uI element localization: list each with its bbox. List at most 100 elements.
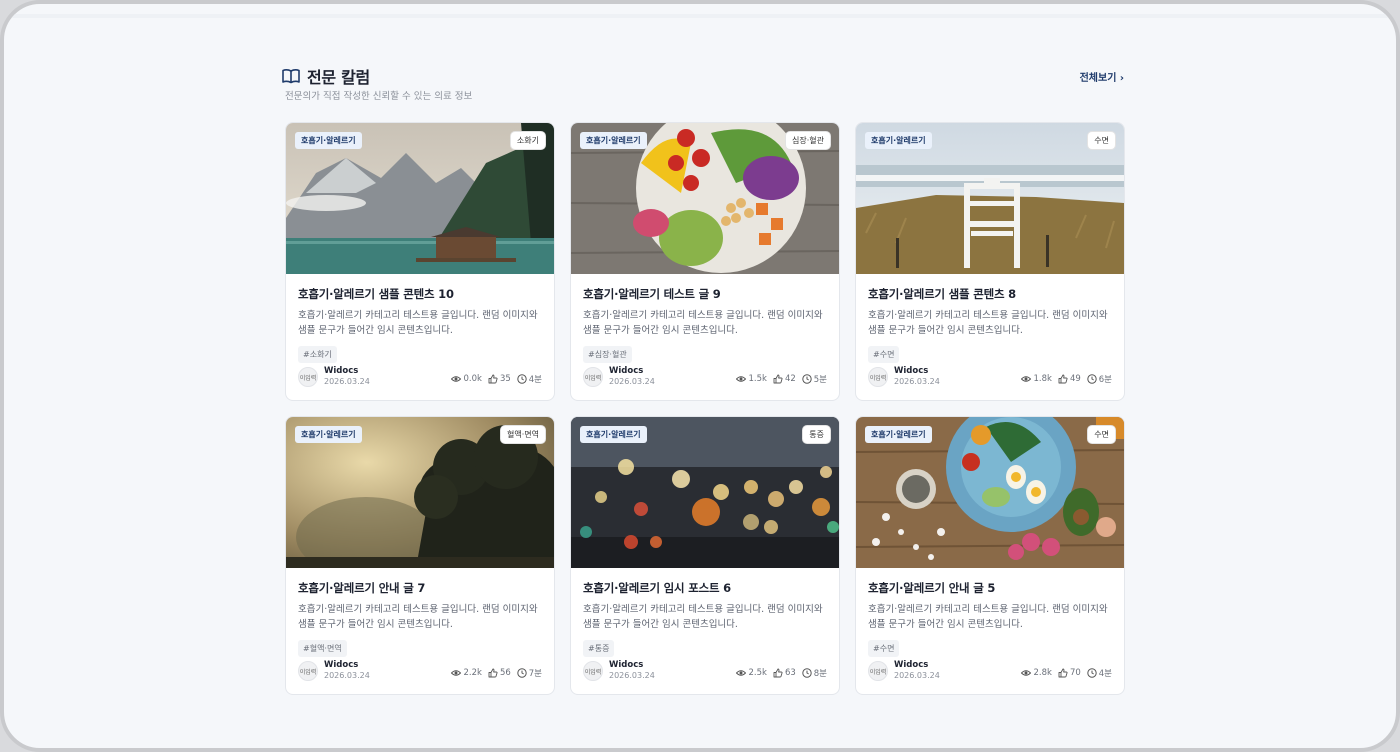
views-count: 2.8k <box>1033 668 1052 678</box>
thumbs-up-icon <box>1058 374 1068 384</box>
eye-icon <box>736 670 747 676</box>
publish-date: 2026.03.24 <box>324 671 370 680</box>
card-thumbnail[interactable]: 호흡기·알레르기 수면 <box>856 417 1124 568</box>
likes-count: 63 <box>784 668 796 678</box>
likes-stat: 49 <box>1058 374 1081 384</box>
read-time: 4분 <box>528 375 542 385</box>
likes-stat: 70 <box>1058 668 1081 678</box>
card-footer: 이입력 Widocs 2026.03.24 1.5k 42 5분 <box>583 366 827 388</box>
card-title[interactable]: 호흡기·알레르기 샘플 콘텐츠 8 <box>868 286 1112 302</box>
eye-icon <box>736 376 747 382</box>
author-name: Widocs <box>324 366 359 376</box>
book-icon <box>282 69 300 84</box>
publish-date: 2026.03.24 <box>609 377 655 386</box>
publish-date: 2026.03.24 <box>324 377 370 386</box>
avatar: 이입력 <box>868 661 888 681</box>
publish-date: 2026.03.24 <box>609 671 655 680</box>
card-description: 호흡기·알레르기 카테고리 테스트용 글입니다. 랜덤 이미지와 샘플 문구가 … <box>583 310 823 336</box>
views-count: 1.8k <box>1033 374 1052 384</box>
likes-stat: 56 <box>488 668 511 678</box>
tag-badge: 통증 <box>803 426 830 443</box>
hashtag-chip[interactable]: #심장·혈관 <box>583 346 632 363</box>
publish-date: 2026.03.24 <box>894 671 940 680</box>
avatar: 이입력 <box>298 661 318 681</box>
author-name: Widocs <box>609 660 644 670</box>
hashtag-chip[interactable]: #소화기 <box>298 346 337 363</box>
eye-icon <box>451 376 462 382</box>
card-title[interactable]: 호흡기·알레르기 안내 글 7 <box>298 580 542 596</box>
views-stat: 2.5k <box>736 668 767 678</box>
hashtag-chip[interactable]: #수면 <box>868 346 900 363</box>
card-description: 호흡기·알레르기 카테고리 테스트용 글입니다. 랜덤 이미지와 샘플 문구가 … <box>868 310 1108 336</box>
avatar: 이입력 <box>868 367 888 387</box>
views-stat: 1.8k <box>1021 374 1052 384</box>
column-card-grid: 호흡기·알레르기 소화기 호흡기·알레르기 샘플 콘텐츠 10 호흡기·알레르기… <box>285 122 1125 695</box>
read-time: 8분 <box>813 669 827 679</box>
thumbs-up-icon <box>488 668 498 678</box>
views-count: 0.0k <box>463 374 482 384</box>
card-thumbnail[interactable]: 호흡기·알레르기 소화기 <box>286 123 554 274</box>
clock-icon <box>802 374 812 384</box>
thumbs-up-icon <box>773 374 783 384</box>
read-time: 7분 <box>528 669 542 679</box>
views-stat: 2.8k <box>1021 668 1052 678</box>
read-time-stat: 4분 <box>517 373 542 385</box>
card-footer: 이입력 Widocs 2026.03.24 1.8k 49 6분 <box>868 366 1112 388</box>
category-badge: 호흡기·알레르기 <box>580 426 647 443</box>
card-title[interactable]: 호흡기·알레르기 테스트 글 9 <box>583 286 827 302</box>
likes-stat: 63 <box>773 668 796 678</box>
clock-icon <box>517 374 527 384</box>
view-all-link[interactable]: 전체보기 › <box>1080 69 1124 84</box>
likes-count: 42 <box>784 374 796 384</box>
card-thumbnail[interactable]: 호흡기·알레르기 통증 <box>571 417 839 568</box>
read-time-stat: 4분 <box>1087 667 1112 679</box>
card-description: 호흡기·알레르기 카테고리 테스트용 글입니다. 랜덤 이미지와 샘플 문구가 … <box>298 604 538 630</box>
hashtag-chip[interactable]: #수면 <box>868 640 900 657</box>
card-title[interactable]: 호흡기·알레르기 안내 글 5 <box>868 580 1112 596</box>
section-subtitle: 전문의가 직접 작성한 신뢰할 수 있는 의료 정보 <box>285 91 473 102</box>
card-stats: 1.5k 42 5분 <box>736 373 827 385</box>
card-thumbnail[interactable]: 호흡기·알레르기 혈액·면역 <box>286 417 554 568</box>
column-card-3[interactable]: 호흡기·알레르기 수면 호흡기·알레르기 샘플 콘텐츠 8 호흡기·알레르기 카… <box>855 122 1125 401</box>
card-description: 호흡기·알레르기 카테고리 테스트용 글입니다. 랜덤 이미지와 샘플 문구가 … <box>583 604 823 630</box>
column-card-1[interactable]: 호흡기·알레르기 소화기 호흡기·알레르기 샘플 콘텐츠 10 호흡기·알레르기… <box>285 122 555 401</box>
read-time: 4분 <box>1098 669 1112 679</box>
likes-count: 49 <box>1069 374 1081 384</box>
tag-badge: 심장·혈관 <box>786 132 830 149</box>
avatar: 이입력 <box>583 661 603 681</box>
author-name: Widocs <box>894 366 929 376</box>
category-badge: 호흡기·알레르기 <box>580 132 647 149</box>
card-title[interactable]: 호흡기·알레르기 임시 포스트 6 <box>583 580 827 596</box>
column-card-6[interactable]: 호흡기·알레르기 수면 호흡기·알레르기 안내 글 5 호흡기·알레르기 카테고… <box>855 416 1125 695</box>
category-badge: 호흡기·알레르기 <box>295 132 362 149</box>
card-description: 호흡기·알레르기 카테고리 테스트용 글입니다. 랜덤 이미지와 샘플 문구가 … <box>298 310 538 336</box>
card-footer: 이입력 Widocs 2026.03.24 2.8k 70 4분 <box>868 660 1112 682</box>
app-frame: 전문 칼럼 전문의가 직접 작성한 신뢰할 수 있는 의료 정보 전체보기 › … <box>0 0 1400 752</box>
card-footer: 이입력 Widocs 2026.03.24 0.0k 35 4분 <box>298 366 542 388</box>
card-thumbnail[interactable]: 호흡기·알레르기 심장·혈관 <box>571 123 839 274</box>
clock-icon <box>1087 374 1097 384</box>
author-name: Widocs <box>324 660 359 670</box>
avatar: 이입력 <box>583 367 603 387</box>
views-stat: 1.5k <box>736 374 767 384</box>
hashtag-chip[interactable]: #혈액·면역 <box>298 640 347 657</box>
tag-badge: 수면 <box>1088 132 1115 149</box>
clock-icon <box>802 668 812 678</box>
card-thumbnail[interactable]: 호흡기·알레르기 수면 <box>856 123 1124 274</box>
read-time: 5분 <box>813 375 827 385</box>
column-card-2[interactable]: 호흡기·알레르기 심장·혈관 호흡기·알레르기 테스트 글 9 호흡기·알레르기… <box>570 122 840 401</box>
thumbs-up-icon <box>488 374 498 384</box>
tag-badge: 혈액·면역 <box>501 426 545 443</box>
card-stats: 2.2k 56 7분 <box>451 667 542 679</box>
read-time: 6분 <box>1098 375 1112 385</box>
card-stats: 0.0k 35 4분 <box>451 373 542 385</box>
column-card-5[interactable]: 호흡기·알레르기 통증 호흡기·알레르기 임시 포스트 6 호흡기·알레르기 카… <box>570 416 840 695</box>
column-card-4[interactable]: 호흡기·알레르기 혈액·면역 호흡기·알레르기 안내 글 7 호흡기·알레르기 … <box>285 416 555 695</box>
card-footer: 이입력 Widocs 2026.03.24 2.5k 63 8분 <box>583 660 827 682</box>
avatar: 이입력 <box>298 367 318 387</box>
read-time-stat: 6분 <box>1087 373 1112 385</box>
card-title[interactable]: 호흡기·알레르기 샘플 콘텐츠 10 <box>298 286 542 302</box>
hashtag-chip[interactable]: #통증 <box>583 640 615 657</box>
category-badge: 호흡기·알레르기 <box>865 132 932 149</box>
clock-icon <box>1087 668 1097 678</box>
